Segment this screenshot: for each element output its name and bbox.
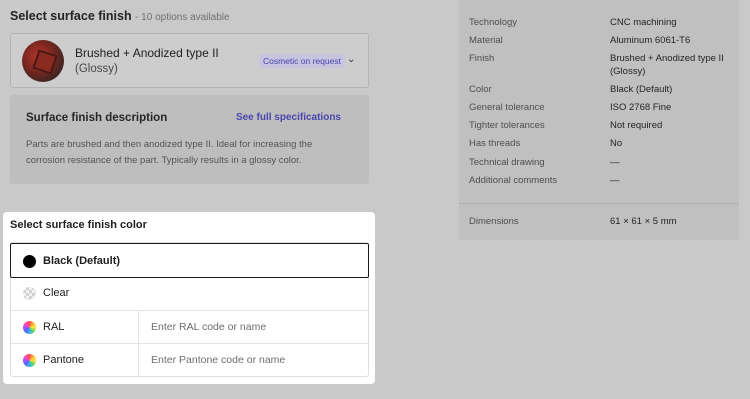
spec-label: Technology bbox=[469, 17, 518, 28]
ral-code-input[interactable] bbox=[138, 311, 368, 343]
order-summary-panel: Technology CNC machining Material Alumin… bbox=[459, 0, 739, 240]
spec-value: Aluminum 6061-T6 bbox=[610, 35, 691, 46]
spec-value: 61 × 61 × 5 mm bbox=[610, 216, 677, 227]
spec-value: No bbox=[610, 138, 623, 149]
color-option-clear[interactable]: Clear bbox=[11, 276, 368, 309]
color-option-label: Clear bbox=[43, 287, 70, 299]
color-option-black[interactable]: Black (Default) bbox=[10, 243, 369, 278]
color-option-pantone[interactable]: Pantone bbox=[11, 343, 368, 376]
spec-value: Brushed + Anodized type II (Glossy) bbox=[610, 53, 724, 77]
part-thumbnail bbox=[22, 40, 64, 82]
color-panel-title: Select surface finish color bbox=[10, 219, 147, 231]
spec-label: Material bbox=[469, 35, 503, 46]
divider bbox=[459, 203, 739, 204]
spec-label: Additional comments bbox=[469, 175, 558, 186]
spec-value: Not required bbox=[610, 120, 663, 131]
surface-finish-description: Surface finish description See full spec… bbox=[10, 95, 369, 184]
color-option-label: Pantone bbox=[43, 354, 84, 366]
spec-value: CNC machining bbox=[610, 17, 677, 28]
spec-label: Technical drawing bbox=[469, 157, 545, 168]
cosmetic-badge: Cosmetic on request bbox=[259, 54, 345, 68]
spec-value: — bbox=[610, 175, 620, 186]
black-swatch-icon bbox=[23, 255, 36, 268]
color-wheel-icon bbox=[23, 321, 36, 334]
spec-label: Has threads bbox=[469, 138, 521, 149]
spec-label: Dimensions bbox=[469, 216, 519, 227]
surface-finish-title: Select surface finish - 10 options avail… bbox=[10, 9, 230, 23]
color-option-list: Black (Default) Clear RAL Pantone bbox=[10, 242, 369, 377]
surface-finish-color-panel: Select surface finish color Black (Defau… bbox=[3, 212, 375, 384]
options-count: - 10 options available bbox=[135, 12, 230, 23]
surface-finish-heading: Select surface finish bbox=[10, 9, 132, 23]
finish-name: Brushed + Anodized type II bbox=[75, 46, 219, 60]
spec-value: Black (Default) bbox=[610, 84, 673, 95]
description-title: Surface finish description bbox=[26, 112, 168, 124]
spec-value: ISO 2768 Fine bbox=[610, 102, 672, 113]
surface-finish-dropdown[interactable]: Brushed + Anodized type II (Glossy) Cosm… bbox=[10, 33, 369, 88]
pantone-code-input[interactable] bbox=[138, 344, 368, 376]
color-option-label: Black (Default) bbox=[43, 255, 121, 267]
chevron-down-icon[interactable]: ⌄ bbox=[347, 54, 355, 65]
spec-label: Color bbox=[469, 84, 492, 95]
color-option-ral[interactable]: RAL bbox=[11, 310, 368, 343]
color-wheel-icon bbox=[23, 354, 36, 367]
finish-variant: (Glossy) bbox=[75, 63, 118, 75]
spec-label: General tolerance bbox=[469, 102, 545, 113]
see-full-specifications-link[interactable]: See full specifications bbox=[236, 112, 341, 123]
spec-label: Finish bbox=[469, 53, 495, 64]
spec-value: — bbox=[610, 157, 620, 168]
spec-label: Tighter tolerances bbox=[469, 120, 545, 131]
clear-swatch-icon bbox=[23, 287, 36, 300]
color-option-label: RAL bbox=[43, 321, 65, 333]
description-body: Parts are brushed and then anodized type… bbox=[26, 139, 313, 166]
